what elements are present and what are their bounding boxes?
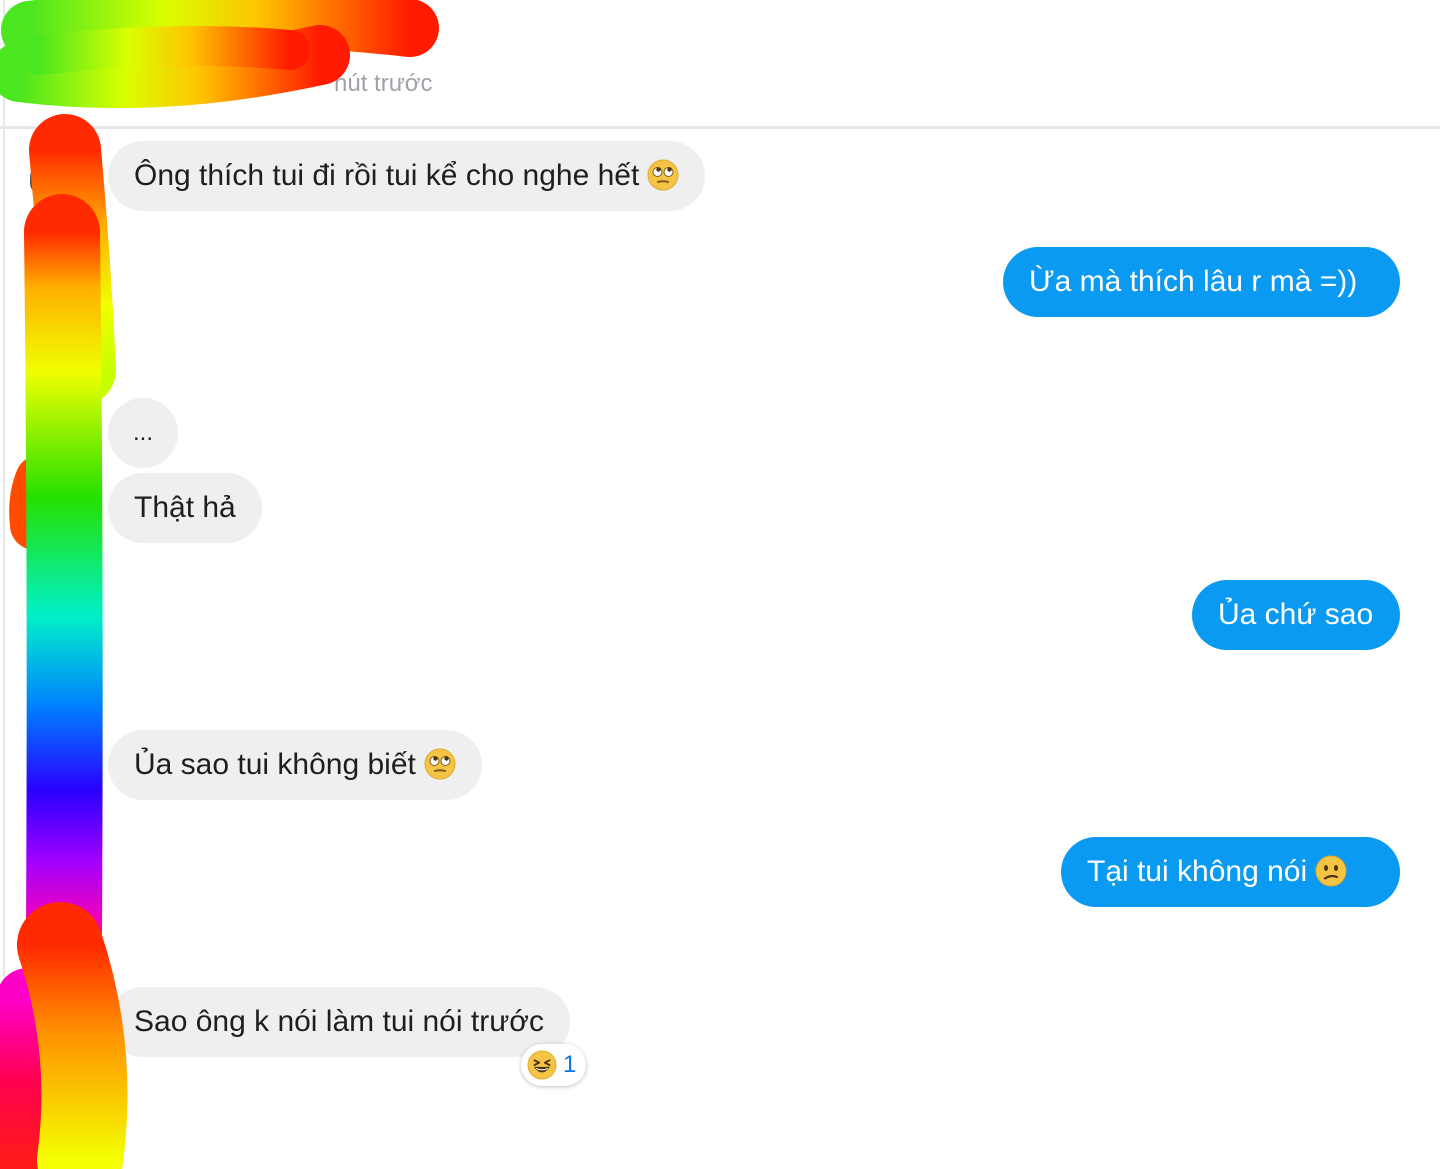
message-text: Ủa chứ sao (1218, 598, 1374, 631)
contact-avatar[interactable] (30, 752, 54, 782)
message-bubble-outgoing[interactable]: Ừa mà thích lâu r mà =)) (1003, 247, 1400, 317)
confused-face-icon (1315, 855, 1347, 887)
message-text: Ừa mà thích lâu r mà =)) (1029, 265, 1358, 298)
message-bubble-outgoing[interactable]: Ủa chứ sao (1192, 580, 1400, 650)
message-text: Thật hả (134, 491, 236, 524)
left-panel-border (3, 0, 5, 1169)
message-bubble-incoming[interactable]: Thật hả (108, 473, 262, 543)
message-reaction[interactable]: 1 (521, 1044, 587, 1086)
message-text: Tại tui không nói (1087, 855, 1308, 888)
face-with-rolling-eyes-icon (647, 159, 679, 191)
message-text: Ủa sao tui không biết (134, 748, 416, 781)
message-text: Ông thích tui đi rồi tui kể cho nghe hết (134, 159, 640, 192)
message-text: Sao ông k nói làm tui nói trước (134, 1005, 544, 1038)
message-bubble-incoming[interactable]: ... (108, 398, 178, 468)
message-bubble-incoming[interactable]: Ủa sao tui không biết (108, 730, 482, 800)
grinning-squinting-face-icon (527, 1050, 557, 1080)
message-bubble-incoming[interactable]: Sao ông k nói làm tui nói trước (108, 987, 570, 1057)
message-bubble-outgoing[interactable]: Tại tui không nói (1061, 837, 1400, 907)
chat-window: hút trước Ông thích tui đi rồi tui kể ch… (0, 0, 1440, 1169)
message-bubble-incoming[interactable]: Ông thích tui đi rồi tui kể cho nghe hết (108, 141, 706, 211)
active-status: hút trước (334, 70, 433, 97)
face-with-rolling-eyes-icon (424, 748, 456, 780)
message-text: ... (132, 419, 153, 446)
header-divider (0, 126, 1440, 129)
reaction-count: 1 (563, 1051, 577, 1078)
contact-avatar[interactable] (30, 165, 54, 195)
